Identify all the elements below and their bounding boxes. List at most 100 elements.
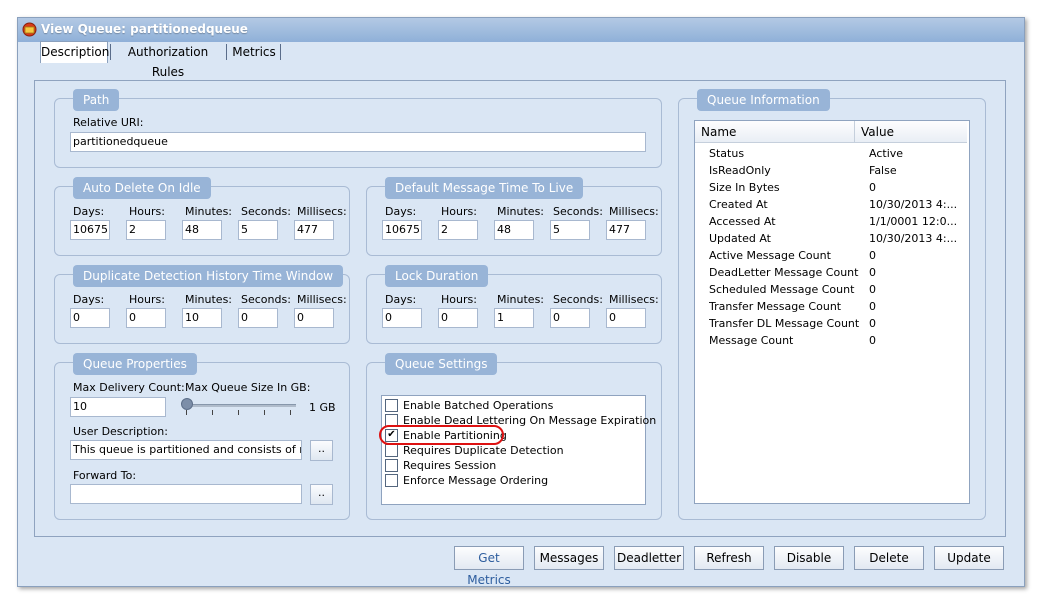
days-label: Days: [73,205,105,218]
seconds-label: Seconds: [553,205,603,218]
tab-separator [280,44,281,60]
relative-uri-input[interactable]: partitionedqueue [70,132,646,152]
hours-label: Hours: [129,205,165,218]
lock-duration-millisecs-input[interactable]: 0 [606,308,646,328]
seconds-label: Seconds: [241,293,291,306]
default-ttl-minutes-input[interactable]: 48 [494,220,534,240]
lock-duration-seconds-input[interactable]: 0 [550,308,590,328]
info-row-name: Size In Bytes [709,181,780,194]
info-row-value: 0 [869,317,876,330]
info-row-value: 0 [869,181,876,194]
delete-button[interactable]: Delete [854,546,924,570]
default-ttl-seconds-input[interactable]: 5 [550,220,590,240]
info-row-name: Created At [709,198,768,211]
setting-requires-session[interactable]: Requires Session [385,458,497,474]
info-row-name: Transfer Message Count [709,300,842,313]
default-ttl-days-input[interactable]: 106751 [382,220,422,240]
max-delivery-count-input[interactable]: 10 [70,397,166,417]
setting-label: Requires Session [403,459,497,472]
millisecs-label: Millisecs: [609,293,659,306]
tab-metrics[interactable]: Metrics [230,42,278,62]
tab-description[interactable]: Description [40,41,109,63]
hours-label: Hours: [441,205,477,218]
info-row-name: Updated At [709,232,771,245]
forward-to-label: Forward To: [73,469,137,482]
relative-uri-label: Relative URI: [73,116,144,129]
path-group-title: Path [73,89,120,111]
default-ttl-millisecs-input[interactable]: 477 [606,220,646,240]
tab-authorization-rules[interactable]: Authorization Rules [113,42,223,79]
dup-detection-millisecs-input[interactable]: 0 [294,308,334,328]
minutes-label: Minutes: [497,293,545,306]
forward-to-input[interactable] [70,484,302,504]
disable-button[interactable]: Disable [774,546,844,570]
auto-delete-days-input[interactable]: 106751 [70,220,110,240]
setting-duplicate-detection[interactable]: Requires Duplicate Detection [385,443,564,459]
queue-settings-list: Enable Batched Operations Enable Dead Le… [381,395,656,505]
info-row-value: 10/30/2013 4:... [869,198,958,211]
default-ttl-hours-input[interactable]: 2 [438,220,478,240]
dup-detection-days-input[interactable]: 0 [70,308,110,328]
setting-batched-operations[interactable]: Enable Batched Operations [385,398,554,414]
user-description-browse-button[interactable]: .. [310,440,333,461]
slider-tick [238,410,239,415]
info-row-value: 0 [869,300,876,313]
max-queue-size-slider[interactable] [184,404,296,407]
column-header-value[interactable]: Value [855,121,967,143]
hours-label: Hours: [129,293,165,306]
refresh-button[interactable]: Refresh [694,546,764,570]
deadletter-button[interactable]: Deadletter [614,546,684,570]
auto-delete-title: Auto Delete On Idle [73,177,211,199]
window-title: View Queue: partitionedqueue [41,22,248,36]
hours-label: Hours: [441,293,477,306]
forward-to-browse-button[interactable]: .. [310,484,333,505]
days-label: Days: [73,293,105,306]
checkbox[interactable] [385,398,398,412]
auto-delete-seconds-input[interactable]: 5 [238,220,278,240]
get-metrics-button[interactable]: Get Metrics [454,546,524,587]
info-row-name: DeadLetter Message Count [709,266,859,279]
slider-tick [264,410,265,415]
highlight-annotation [379,425,504,445]
seconds-label: Seconds: [553,293,603,306]
tab-separator [110,44,111,60]
queue-properties-title: Queue Properties [73,353,197,375]
info-row-value: 0 [869,249,876,262]
setting-label: Enable Batched Operations [403,399,554,412]
info-row-value: 1/1/0001 12:0... [869,215,958,228]
dup-detection-title: Duplicate Detection History Time Window [73,265,344,287]
checkbox[interactable] [385,458,398,472]
lock-duration-days-input[interactable]: 0 [382,308,422,328]
days-label: Days: [385,205,417,218]
messages-button[interactable]: Messages [534,546,604,570]
info-row-value: 0 [869,283,876,296]
info-row-name: Message Count [709,334,794,347]
info-row-name: IsReadOnly [709,164,771,177]
lock-duration-hours-input[interactable]: 0 [438,308,478,328]
setting-message-ordering[interactable]: Enforce Message Ordering [385,473,549,489]
default-ttl-title: Default Message Time To Live [385,177,584,199]
setting-label: Enforce Message Ordering [403,474,549,487]
dup-detection-minutes-input[interactable]: 10 [182,308,222,328]
update-button[interactable]: Update [934,546,1004,570]
column-header-name[interactable]: Name [695,121,855,143]
slider-thumb[interactable] [181,398,193,410]
info-row-name: Transfer DL Message Count [709,317,859,330]
seconds-label: Seconds: [241,205,291,218]
minutes-label: Minutes: [185,205,233,218]
slider-tick [290,410,291,415]
dup-detection-hours-input[interactable]: 0 [126,308,166,328]
auto-delete-millisecs-input[interactable]: 477 [294,220,334,240]
info-row-name: Active Message Count [709,249,831,262]
auto-delete-hours-input[interactable]: 2 [126,220,166,240]
app-icon [22,22,37,37]
auto-delete-minutes-input[interactable]: 48 [182,220,222,240]
millisecs-label: Millisecs: [609,205,659,218]
queue-information-list[interactable]: Name Value Status Active IsReadOnly False Si… [694,120,970,504]
dup-detection-seconds-input[interactable]: 0 [238,308,278,328]
millisecs-label: Millisecs: [297,205,347,218]
lock-duration-minutes-input[interactable]: 1 [494,308,534,328]
checkbox[interactable] [385,473,398,487]
user-description-input[interactable]: This queue is partitioned and consists o… [70,440,302,460]
checkbox[interactable] [385,443,398,457]
